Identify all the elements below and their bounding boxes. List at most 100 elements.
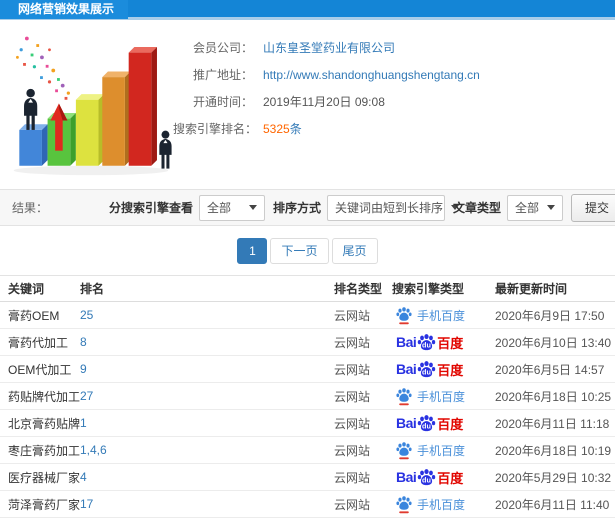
baidu-paw-icon: du: [418, 333, 436, 350]
rank-link[interactable]: 1,4,6: [80, 443, 334, 457]
keyword-cell: 药贴牌代加工: [8, 389, 80, 404]
baidu-logo-bai: Bai: [396, 469, 417, 485]
table-row: 药贴牌代加工 27 云网站 手机百度 2020年6月18日 10:25: [0, 383, 615, 410]
rank-link[interactable]: 4: [80, 470, 334, 484]
mobile-baidu-icon: [396, 387, 412, 405]
sort-select-value: 关键词由短到长排序: [334, 201, 443, 215]
article-type-value: 全部: [514, 201, 539, 215]
rank-link[interactable]: 25: [80, 308, 334, 322]
sort-select[interactable]: 关键词由短到长排序: [326, 194, 459, 221]
table-row: OEM代加工 9 云网站 Bai du 百度 2020年6月5日 14:57: [0, 356, 615, 383]
baidu-logo-bai: Bai: [396, 334, 417, 350]
svg-text:du: du: [422, 367, 431, 376]
rank-count-unit: 条: [289, 122, 302, 136]
update-time-cell: 2020年6月9日 17:50: [495, 308, 605, 323]
mobile-baidu-label: 手机百度: [417, 308, 466, 323]
table-row: 枣庄膏药加工 1,4,6 云网站 手机百度 2020年6月18日 10:19: [0, 437, 615, 464]
rank-link[interactable]: 8: [80, 335, 334, 349]
rank-link[interactable]: 27: [80, 389, 334, 403]
rank-type-cell: 云网站: [334, 443, 371, 458]
svg-text:du: du: [422, 421, 431, 430]
info-fields: 会员公司： 山东皇圣堂药业有限公司 推广地址： http://www.shand…: [173, 28, 480, 189]
next-page-button[interactable]: 下一页: [270, 238, 329, 264]
engine-filter-label: 分搜索引擎查看: [108, 201, 193, 215]
rank-count-label: 搜索引擎排名：: [173, 122, 258, 136]
header-keyword: 关键词: [8, 282, 45, 296]
pagination: 1 下一页 尾页: [0, 226, 615, 275]
table-row: 膏药OEM 25 云网站 手机百度 2020年6月9日 17:50: [0, 302, 615, 329]
table-row: 北京膏药贴牌 1 云网站 Bai du 百度 2020年6月11日 11:18: [0, 410, 615, 437]
rank-type-cell: 云网站: [334, 389, 371, 404]
promo-url-link[interactable]: http://www.shandonghuangshengtang.cn: [263, 68, 480, 82]
update-time-cell: 2020年6月11日 11:18: [495, 416, 610, 431]
engine-type-cell[interactable]: 手机百度: [392, 306, 495, 325]
chevron-down-icon: [547, 205, 555, 210]
rank-link[interactable]: 17: [80, 497, 334, 511]
engine-select-value: 全部: [206, 201, 231, 215]
topbar: 网络营销效果展示: [0, 0, 615, 20]
info-row-url: 推广地址： http://www.shandonghuangshengtang.…: [173, 61, 480, 88]
businessman-figure: [159, 130, 172, 169]
engine-type-cell[interactable]: Bai du 百度: [392, 333, 495, 352]
last-page-button[interactable]: 尾页: [331, 238, 378, 264]
rank-type-cell: 云网站: [334, 497, 371, 512]
rank-count-value: 5325条: [263, 120, 302, 137]
info-row-rank-count: 搜索引擎排名： 5325条: [173, 115, 480, 142]
chart-illustration: [8, 28, 173, 180]
mobile-baidu-label: 手机百度: [417, 497, 466, 512]
table-body: 膏药OEM 25 云网站 手机百度 2020年6月9日 17:50 膏药代加工 8 云网站 Ba…: [0, 302, 615, 518]
confetti: [16, 36, 70, 100]
marketing-effect-page: 网络营销效果展示 会员公司： 山东皇圣堂药业有限公司 推广地址： http://…: [0, 0, 615, 520]
result-label: 结果：: [12, 201, 49, 215]
baidu-logo-cn: 百度: [437, 416, 464, 432]
mobile-baidu-icon: [396, 495, 412, 513]
baidu-paw-icon: du: [418, 360, 436, 377]
rank-type-cell: 云网站: [334, 362, 371, 377]
engine-type-cell[interactable]: Bai du 百度: [392, 414, 495, 433]
engine-select[interactable]: 全部: [198, 194, 265, 221]
update-time-cell: 2020年6月5日 14:57: [495, 362, 605, 377]
rank-type-cell: 云网站: [334, 416, 371, 431]
rank-type-cell: 云网站: [334, 335, 371, 350]
baidu-logo-bai: Bai: [396, 415, 417, 431]
submit-button[interactable]: 提交: [570, 193, 615, 222]
header-update-time: 最新更新时间: [495, 282, 568, 296]
header-engine-type: 搜索引擎类型: [392, 282, 465, 296]
baidu-paw-icon: du: [418, 414, 436, 431]
engine-type-cell[interactable]: Bai du 百度: [392, 360, 495, 379]
rank-link[interactable]: 9: [80, 362, 334, 376]
filter-bar: 结果： 分搜索引擎查看 全部 排序方式 关键词由短到长排序 文章类型 全部 提交: [0, 189, 615, 226]
rank-count-number: 5325: [263, 122, 290, 136]
update-time-cell: 2020年5月29日 10:32: [495, 470, 612, 485]
engine-type-cell[interactable]: 手机百度: [392, 441, 495, 460]
svg-text:du: du: [422, 340, 431, 349]
keyword-cell: 菏泽膏药厂家: [8, 497, 80, 512]
open-time-label: 开通时间：: [192, 95, 253, 109]
bars: [19, 46, 157, 166]
mobile-baidu-icon: [396, 306, 412, 324]
engine-type-cell[interactable]: 手机百度: [392, 387, 495, 406]
rank-type-cell: 云网站: [334, 470, 371, 485]
page-title: 网络营销效果展示: [0, 0, 129, 19]
keyword-cell: 北京膏药贴牌: [8, 416, 80, 431]
update-time-cell: 2020年6月18日 10:25: [495, 389, 612, 404]
rank-link[interactable]: 1: [80, 416, 334, 430]
company-link[interactable]: 山东皇圣堂药业有限公司: [263, 39, 395, 56]
update-time-cell: 2020年6月18日 10:19: [495, 443, 612, 458]
keyword-cell: 膏药OEM: [8, 308, 60, 323]
table-row: 医疗器械厂家 4 云网站 Bai du 百度 2020年5月29日 10:32: [0, 464, 615, 491]
engine-type-cell[interactable]: Bai du 百度: [392, 468, 495, 487]
article-type-select[interactable]: 全部: [506, 194, 563, 221]
page-1-button[interactable]: 1: [237, 238, 268, 264]
header-rank-type: 排名类型: [334, 282, 383, 296]
sort-filter-label: 排序方式: [272, 201, 321, 215]
rank-type-cell: 云网站: [334, 308, 371, 323]
header-rank: 排名: [80, 282, 105, 296]
update-time-cell: 2020年6月11日 11:40: [495, 497, 610, 512]
engine-type-cell[interactable]: 手机百度: [392, 495, 495, 514]
svg-text:du: du: [422, 475, 431, 484]
baidu-logo-cn: 百度: [437, 470, 464, 486]
mobile-baidu-label: 手机百度: [417, 443, 466, 458]
baidu-logo-cn: 百度: [437, 362, 464, 378]
keyword-cell: 医疗器械厂家: [8, 470, 80, 485]
